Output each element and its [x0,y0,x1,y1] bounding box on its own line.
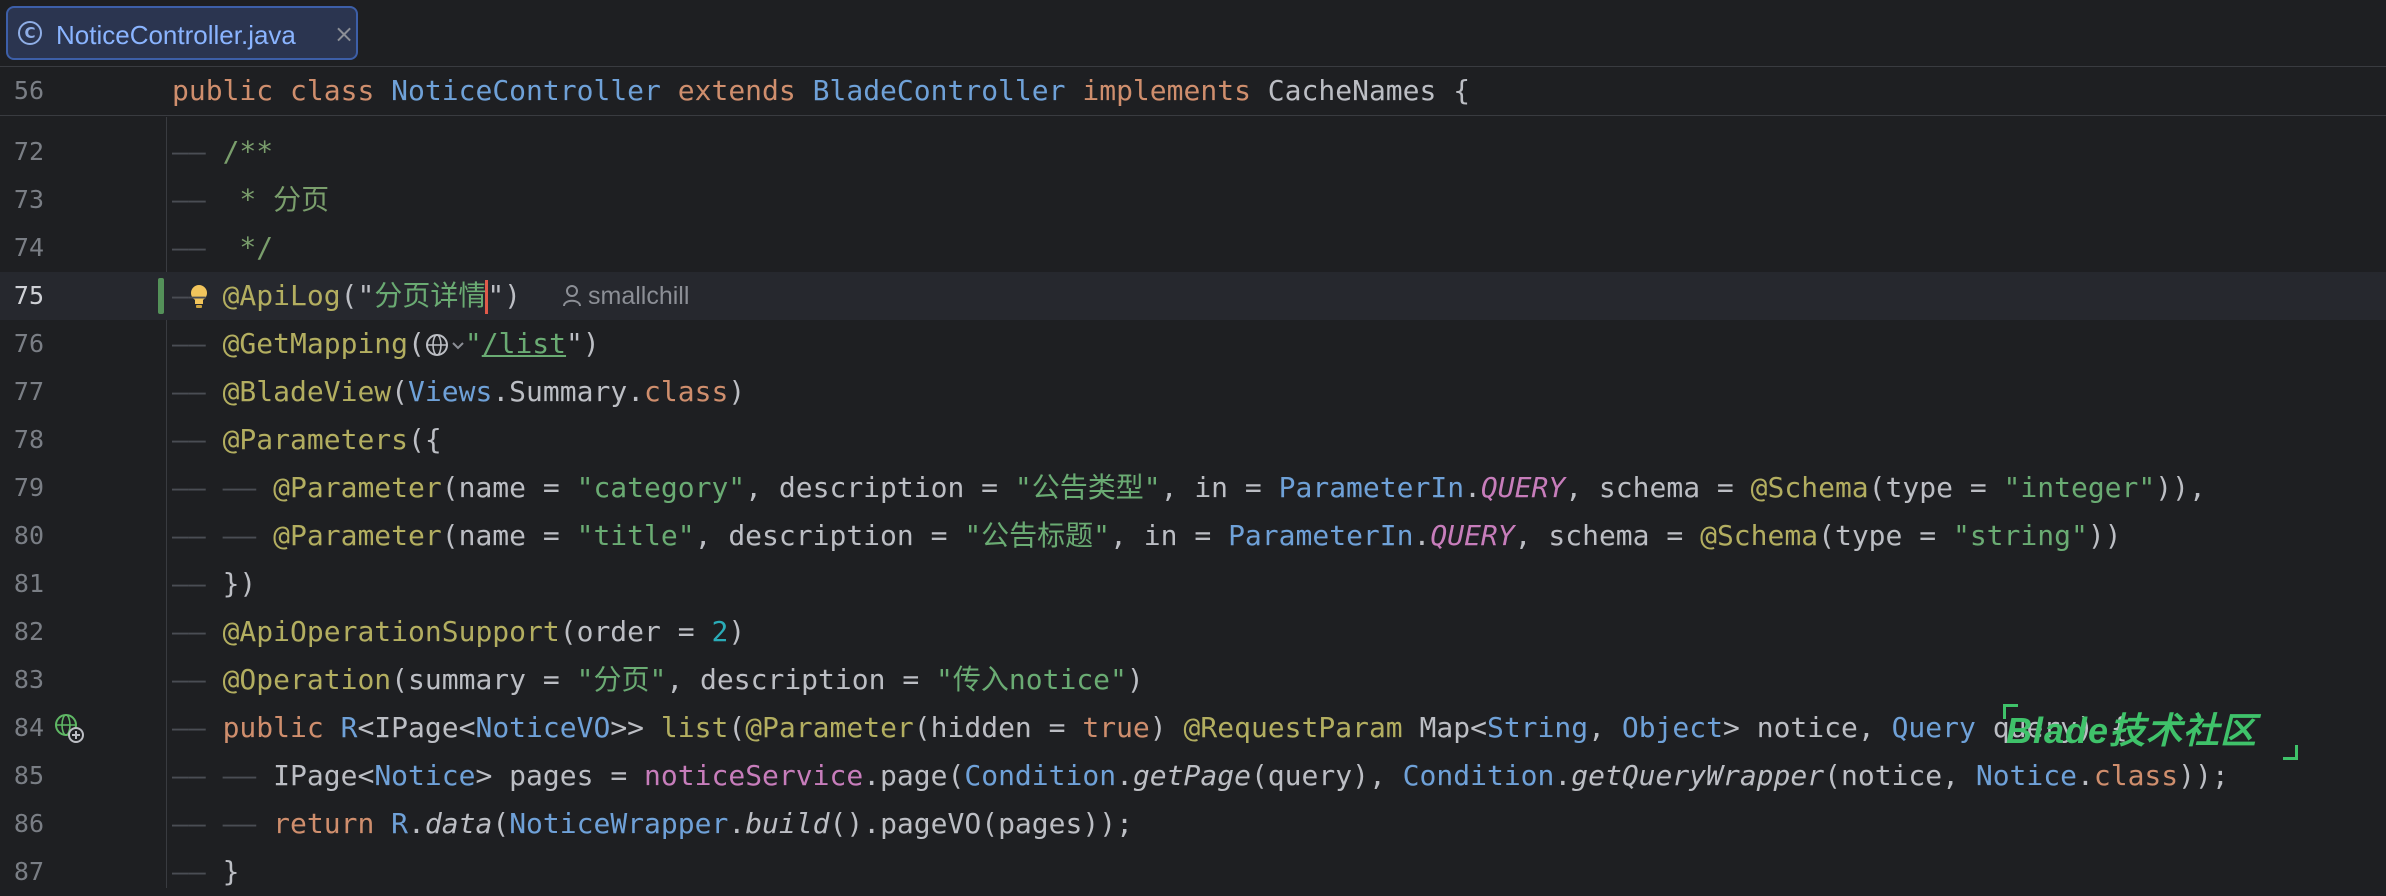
code-line-87[interactable]: 87 —— } [0,848,2386,896]
line-number: 81 [13,569,44,598]
line-number: 76 [13,329,44,358]
line-number: 87 [13,857,44,886]
code-line-76[interactable]: 76 —— @GetMapping("/list") [0,320,2386,368]
line-number: 75 [13,281,44,310]
code-line-85[interactable]: 85 —— —— IPage<Notice> pages = noticeSer… [0,752,2386,800]
class-icon: C [18,21,42,45]
line-number: 84 [13,713,44,742]
tab-file-name: NoticeController.java [56,20,296,50]
line-number: 73 [13,185,44,214]
code-line-86[interactable]: 86 —— —— return R.data(NoticeWrapper.bui… [0,800,2386,848]
editor-tab-bar: C NoticeController.java × [0,0,2386,67]
code-line-80[interactable]: 80 —— —— @Parameter(name = "title", desc… [0,512,2386,560]
chevron-down-icon[interactable] [451,339,465,353]
user-icon [563,285,581,307]
endpoint-url-link[interactable]: /list [482,327,566,360]
code-line-78[interactable]: 78 —— @Parameters({ [0,416,2386,464]
line-number: 85 [13,761,44,790]
code-line-79[interactable]: 79 —— —— @Parameter(name = "category", d… [0,464,2386,512]
line-number: 82 [13,617,44,646]
line-number: 72 [13,137,44,166]
code-line-74[interactable]: 74 —— */ [0,224,2386,272]
line-number: 80 [13,521,44,550]
line-number: 83 [13,665,44,694]
line-number: 77 [13,377,44,406]
code-line-82[interactable]: 82 —— @ApiOperationSupport(order = 2) [0,608,2386,656]
code-line-83[interactable]: 83 —— @Operation(summary = "分页", descrip… [0,656,2386,704]
line-number: 79 [13,473,44,502]
sticky-class-header[interactable]: 56 public class NoticeController extends… [0,67,2386,116]
line-number: 56 [13,76,44,105]
code-line-75-current[interactable]: 75 —— @ApiLog("分页详情") smallchill [0,272,2386,320]
line-number: 86 [13,809,44,838]
vcs-change-marker[interactable] [158,278,164,314]
code-line-77[interactable]: 77 —— @BladeView(Views.Summary.class) [0,368,2386,416]
tab-notice-controller[interactable]: C NoticeController.java × [6,6,358,60]
line-number: 78 [13,425,44,454]
watermark-logo: Blade技术社区 [2006,710,2258,751]
globe-icon[interactable] [425,332,451,358]
watermark-corner [2283,745,2298,760]
author-inlay-hint[interactable]: smallchill [562,272,689,320]
code-line-73[interactable]: 73 —— * 分页 [0,176,2386,224]
code-line-72[interactable]: 72 —— /** [0,128,2386,176]
close-icon[interactable]: × [334,22,354,46]
code-line: public class NoticeController extends Bl… [172,74,1471,107]
line-number: 74 [13,233,44,262]
code-line-81[interactable]: 81 —— }) [0,560,2386,608]
code-editor[interactable]: 56 public class NoticeController extends… [0,67,2386,888]
run-endpoint-icon[interactable] [54,713,86,749]
